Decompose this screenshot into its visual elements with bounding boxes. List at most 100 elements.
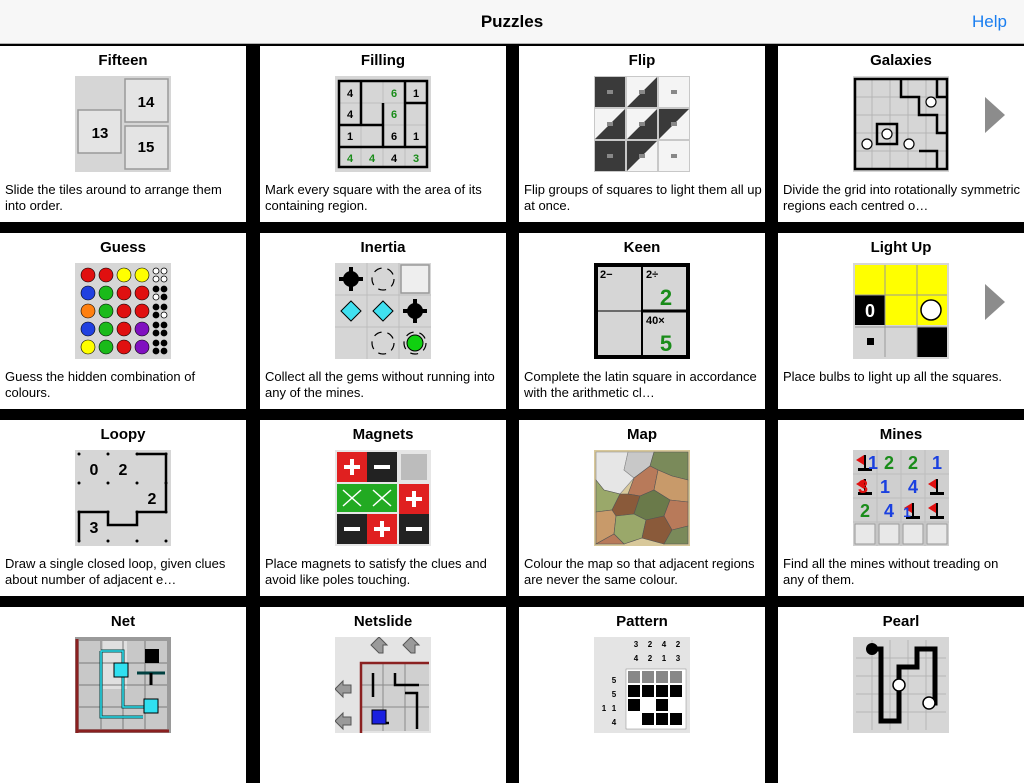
puzzle-title: Light Up — [870, 239, 932, 256]
svg-text:1: 1 — [413, 131, 419, 143]
svg-text:2÷: 2÷ — [646, 269, 658, 281]
svg-text:1: 1 — [612, 704, 617, 713]
svg-text:4: 4 — [884, 501, 894, 521]
svg-text:6: 6 — [391, 131, 397, 143]
net-icon — [75, 637, 171, 733]
help-button[interactable]: Help — [972, 0, 1007, 44]
page-title: Puzzles — [480, 12, 544, 31]
svg-text:2−: 2− — [600, 269, 613, 281]
svg-text:4: 4 — [347, 153, 354, 165]
puzzle-tile-mines[interactable]: Mines 1 2 2 1 3 1 4 2 4 1 Find all the m… — [778, 420, 1024, 596]
puzzle-description: Draw a single closed loop, given clues a… — [5, 556, 226, 587]
svg-text:1: 1 — [903, 504, 911, 520]
puzzle-description: Collect all the gems without running int… — [265, 369, 495, 400]
puzzle-tile-magnets[interactable]: Magnets Place magnets to satisfy the clu… — [260, 420, 506, 596]
guess-icon — [75, 263, 171, 359]
puzzle-grid: Fifteen 14 13 15 Slide the tiles around … — [0, 46, 1024, 783]
inertia-icon — [335, 263, 431, 359]
puzzle-tile-galaxies[interactable]: Galaxies Divide the grid into rotational… — [778, 46, 1024, 222]
svg-text:1: 1 — [602, 704, 607, 713]
puzzle-tile-lightup[interactable]: Light Up 0 Place bulbs to light up all t… — [778, 233, 1024, 409]
svg-text:3: 3 — [413, 153, 419, 165]
puzzle-tile-flip[interactable]: Flip Flip groups of squares to light the… — [519, 46, 765, 222]
svg-text:2: 2 — [148, 491, 157, 508]
puzzle-description: Divide the grid into rotationally symmet… — [783, 182, 1020, 213]
puzzle-description: Complete the latin square in accordance … — [524, 369, 757, 400]
galaxies-icon — [853, 76, 949, 172]
svg-text:4: 4 — [347, 88, 354, 100]
fifteen-icon: 14 13 15 — [75, 76, 171, 172]
puzzle-description: Colour the map so that adjacent regions … — [524, 556, 755, 587]
puzzle-title: Flip — [628, 52, 656, 69]
puzzle-tile-fifteen[interactable]: Fifteen 14 13 15 Slide the tiles around … — [0, 46, 246, 222]
svg-text:4: 4 — [662, 640, 667, 649]
magnets-icon — [335, 450, 431, 546]
svg-text:5: 5 — [660, 331, 672, 356]
puzzle-tile-pattern[interactable]: Pattern 3 2 4 2 4 2 1 3 5 5 1 1 4 — [519, 607, 765, 783]
puzzle-tile-guess[interactable]: Guess Guess the hidden combination of co… — [0, 233, 246, 409]
svg-text:2: 2 — [648, 654, 653, 663]
svg-text:14: 14 — [138, 94, 155, 111]
puzzle-description: Mark every square with the area of its c… — [265, 182, 482, 213]
svg-text:2: 2 — [676, 640, 681, 649]
puzzle-title: Loopy — [100, 426, 146, 443]
filling-icon: 4 6 1 4 6 1 6 1 4 4 4 3 — [335, 76, 431, 172]
loopy-icon: 0 2 2 3 — [75, 450, 171, 546]
svg-text:4: 4 — [347, 109, 354, 121]
puzzle-title: Mines — [879, 426, 923, 443]
puzzle-tile-loopy[interactable]: Loopy 0 2 2 3 Draw a single closed loop,… — [0, 420, 246, 596]
svg-text:13: 13 — [92, 125, 109, 142]
svg-text:5: 5 — [612, 676, 617, 685]
puzzle-description: Find all the mines without treading on a… — [783, 556, 999, 587]
puzzle-tile-pearl[interactable]: Pearl — [778, 607, 1024, 783]
nav-bar: Puzzles Help — [0, 0, 1024, 44]
puzzle-title: Filling — [360, 52, 406, 69]
puzzle-description: Guess the hidden combination of colours. — [5, 369, 196, 400]
svg-text:1: 1 — [662, 654, 667, 663]
svg-text:1: 1 — [880, 477, 890, 497]
chevron-right-icon[interactable] — [985, 97, 1005, 133]
puzzle-title: Map — [627, 426, 657, 443]
svg-text:2: 2 — [908, 453, 918, 473]
svg-text:1: 1 — [868, 453, 878, 473]
svg-text:2: 2 — [119, 462, 128, 479]
puzzle-title: Fifteen — [98, 52, 148, 69]
puzzle-description: Place magnets to satisfy the clues and a… — [265, 556, 487, 587]
svg-text:6: 6 — [391, 109, 397, 121]
svg-text:4: 4 — [612, 718, 617, 727]
svg-text:3: 3 — [90, 520, 99, 537]
svg-text:1: 1 — [413, 88, 419, 100]
map-icon — [594, 450, 690, 546]
svg-text:4: 4 — [908, 477, 918, 497]
puzzle-tile-inertia[interactable]: Inertia Collect all the gems without run… — [260, 233, 506, 409]
puzzle-description: Flip groups of squares to light them all… — [524, 182, 762, 213]
chevron-right-icon[interactable] — [985, 284, 1005, 320]
puzzle-title: Netslide — [353, 613, 413, 630]
lightup-icon: 0 — [853, 263, 949, 359]
puzzle-title: Inertia — [360, 239, 406, 256]
puzzle-title: Guess — [100, 239, 146, 256]
puzzle-title: Net — [110, 613, 136, 630]
puzzle-tile-net[interactable]: Net — [0, 607, 246, 783]
svg-text:4: 4 — [369, 153, 376, 165]
puzzle-tile-netslide[interactable]: Netslide — [260, 607, 506, 783]
svg-text:2: 2 — [660, 285, 672, 310]
puzzle-tile-keen[interactable]: Keen 2− 2÷ 2 40× 5 Complete the latin sq… — [519, 233, 765, 409]
puzzle-title: Keen — [623, 239, 661, 256]
pearl-icon — [853, 637, 949, 733]
svg-text:3: 3 — [858, 477, 868, 497]
svg-text:2: 2 — [884, 453, 894, 473]
svg-text:3: 3 — [634, 640, 639, 649]
pattern-icon: 3 2 4 2 4 2 1 3 5 5 1 1 4 — [594, 637, 690, 733]
puzzle-tile-map[interactable]: Map Colour the map so that adjacent regi… — [519, 420, 765, 596]
svg-text:1: 1 — [932, 453, 942, 473]
puzzle-title: Galaxies — [870, 52, 932, 69]
svg-text:5: 5 — [612, 690, 617, 699]
svg-text:4: 4 — [634, 654, 639, 663]
puzzle-tile-filling[interactable]: Filling 4 6 1 4 6 1 6 1 4 4 4 3 Mark eve… — [260, 46, 506, 222]
keen-icon: 2− 2÷ 2 40× 5 — [594, 263, 690, 359]
puzzle-title: Pattern — [616, 613, 668, 630]
svg-text:0: 0 — [90, 462, 99, 479]
svg-text:3: 3 — [676, 654, 681, 663]
svg-text:1: 1 — [347, 131, 353, 143]
